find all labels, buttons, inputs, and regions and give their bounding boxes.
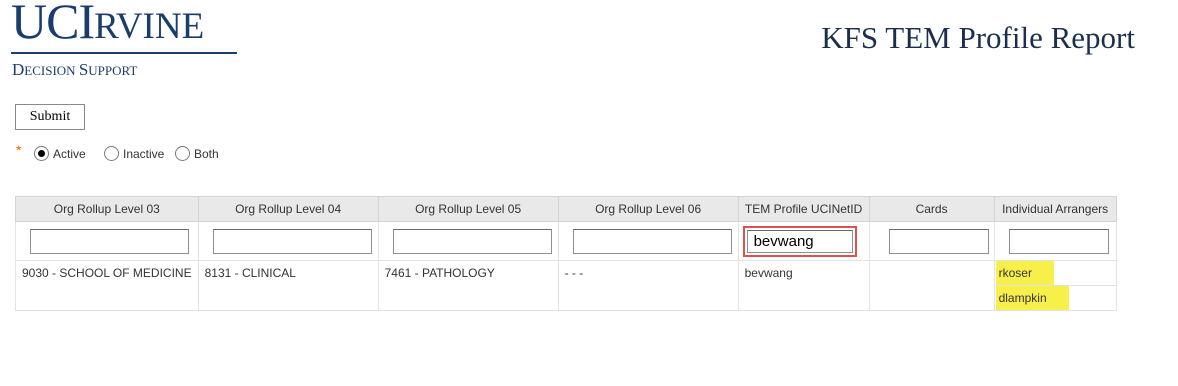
logo-rule [11, 52, 237, 54]
status-radio-inactive[interactable]: Inactive [104, 146, 164, 161]
table-row: 9030 - SCHOOL OF MEDICINE 8131 - CLINICA… [15, 260, 1117, 311]
filter-cell [15, 221, 199, 261]
status-radio-both[interactable]: Both [175, 146, 219, 161]
arranger-item: dlampkin [995, 286, 1116, 310]
column-header-org-rollup-06[interactable]: Org Rollup Level 06 [557, 196, 739, 222]
cell-org-rollup-03: 9030 - SCHOOL OF MEDICINE [15, 260, 199, 311]
status-radio-active[interactable]: Active [34, 146, 86, 161]
arranger-item: rkoser [994, 261, 1116, 286]
filter-cell [557, 221, 739, 261]
column-header-org-rollup-03[interactable]: Org Rollup Level 03 [15, 196, 199, 222]
required-marker: * [16, 142, 22, 158]
filter-cell [737, 221, 870, 261]
column-header-org-rollup-04[interactable]: Org Rollup Level 04 [197, 196, 379, 222]
cell-individual-arrangers: rkoser dlampkin [993, 260, 1117, 311]
table-header-row: Org Rollup Level 03 Org Rollup Level 04 … [15, 196, 1117, 222]
filter-input-cards[interactable] [888, 228, 989, 254]
filter-input-tem-profile-ucinetid[interactable] [746, 229, 853, 253]
filter-input-org-rollup-05[interactable] [392, 228, 552, 254]
radio-unchecked-icon[interactable] [175, 146, 190, 161]
filter-row [15, 221, 1117, 261]
cell-org-rollup-04: 8131 - CLINICAL [197, 260, 379, 311]
filter-cell [868, 221, 995, 261]
status-label-inactive: Inactive [123, 146, 165, 161]
profile-report-table: Org Rollup Level 03 Org Rollup Level 04 … [15, 196, 1117, 311]
filter-input-org-rollup-03[interactable] [30, 228, 189, 254]
filter-input-org-rollup-04[interactable] [212, 228, 372, 254]
column-header-org-rollup-05[interactable]: Org Rollup Level 05 [377, 196, 559, 222]
report-title: KFS TEM Profile Report [821, 20, 1135, 55]
radio-unchecked-icon[interactable] [104, 146, 119, 161]
arranger-name: rkoser [995, 261, 1054, 285]
uci-logo: UCIRVINE DECISION SUPPORT [11, 0, 241, 80]
cell-org-rollup-05: 7461 - PATHOLOGY [377, 260, 559, 311]
column-header-individual-arrangers[interactable]: Individual Arrangers [993, 196, 1117, 222]
logo-subtitle: DECISION SUPPORT [12, 60, 138, 79]
highlight-box [742, 225, 857, 257]
filter-cell [993, 221, 1117, 261]
filter-input-individual-arrangers[interactable] [1008, 228, 1109, 254]
submit-button[interactable]: Submit [15, 104, 85, 130]
filter-input-org-rollup-06[interactable] [572, 228, 732, 254]
status-label-both: Both [194, 146, 219, 161]
filter-cell [197, 221, 379, 261]
cell-tem-profile-ucinetid: bevwang [737, 260, 870, 311]
column-header-tem-profile-ucinetid[interactable]: TEM Profile UCINetID [737, 196, 870, 222]
column-header-cards[interactable]: Cards [868, 196, 995, 222]
cell-org-rollup-06: - - - [557, 260, 739, 311]
logo-wordmark: UCIRVINE [11, 0, 205, 49]
cell-cards [868, 260, 995, 311]
status-label-active: Active [53, 146, 86, 161]
arranger-name: dlampkin [995, 286, 1069, 310]
radio-checked-icon[interactable] [34, 146, 49, 161]
filter-cell [377, 221, 559, 261]
